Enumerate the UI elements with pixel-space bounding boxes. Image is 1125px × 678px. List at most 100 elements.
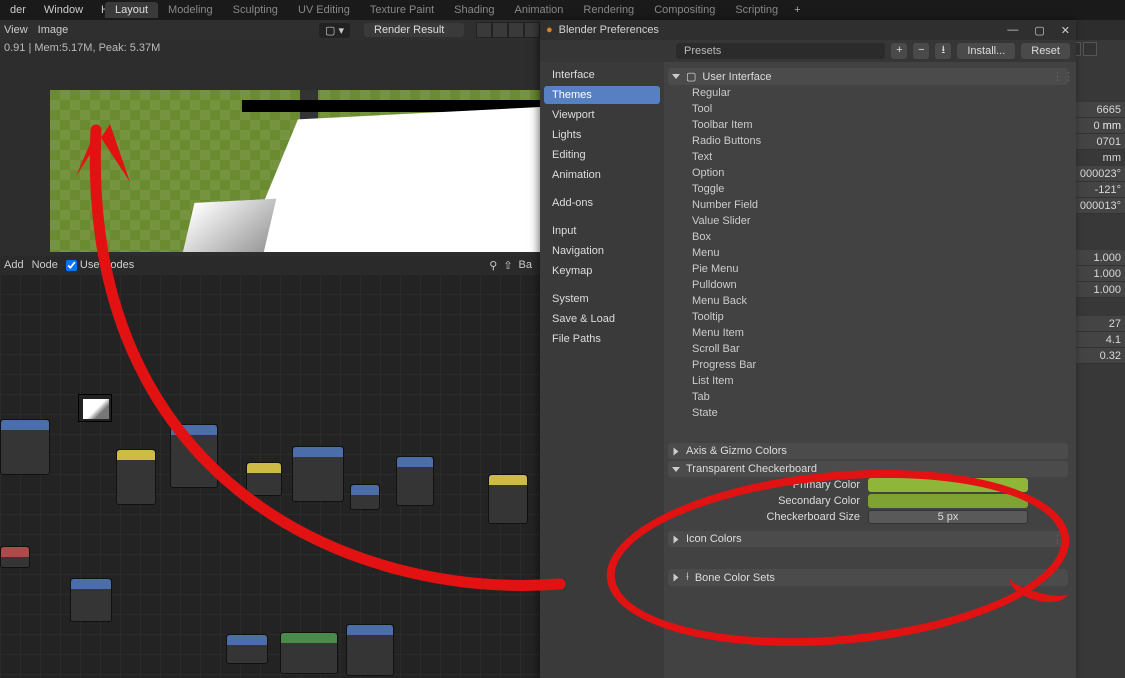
menu-add[interactable]: Add xyxy=(4,259,24,271)
theme-item-row[interactable]: Tool xyxy=(668,101,1068,117)
compositor-node[interactable] xyxy=(350,484,380,510)
number-field[interactable]: 1.000 xyxy=(1076,266,1125,282)
tab-rendering[interactable]: Rendering xyxy=(573,2,644,18)
compositor-node[interactable] xyxy=(70,578,112,622)
menu-blender[interactable]: der xyxy=(4,2,32,18)
sidebar-item-animation[interactable]: Animation xyxy=(544,166,660,184)
compositor-node[interactable] xyxy=(292,446,344,502)
number-field[interactable]: 0701 mm xyxy=(1076,134,1125,150)
use-nodes-checkbox[interactable]: Use Nodes xyxy=(66,259,134,271)
theme-item-row[interactable]: Box xyxy=(668,229,1068,245)
menu-view[interactable]: View xyxy=(4,24,28,36)
menu-window[interactable]: Window xyxy=(38,2,89,18)
number-field[interactable]: 1.000 xyxy=(1076,250,1125,266)
unlink-icon[interactable] xyxy=(524,22,540,38)
close-icon[interactable]: ✕ xyxy=(1061,24,1070,37)
grip-icon[interactable]: ⋮⋮ xyxy=(1052,533,1074,546)
theme-item-row[interactable]: Text xyxy=(668,149,1068,165)
color-swatch-secondary[interactable] xyxy=(868,494,1028,508)
new-icon[interactable] xyxy=(492,22,508,38)
section-bone-color-sets[interactable]: ⟊ Bone Color Sets xyxy=(668,569,1068,586)
menu-image[interactable]: Image xyxy=(38,24,69,36)
compositor-node[interactable] xyxy=(226,634,268,664)
section-axis-gizmo[interactable]: Axis & Gizmo Colors xyxy=(668,443,1068,459)
theme-item-row[interactable]: Tab xyxy=(668,389,1068,405)
theme-item-row[interactable]: Pulldown xyxy=(668,277,1068,293)
theme-item-row[interactable]: Menu Back xyxy=(668,293,1068,309)
compositor-node[interactable] xyxy=(246,462,282,496)
sidebar-item-viewport[interactable]: Viewport xyxy=(544,106,660,124)
sidebar-item-lights[interactable]: Lights xyxy=(544,126,660,144)
render-preview[interactable] xyxy=(50,90,540,252)
section-icon-colors[interactable]: Icon Colors ⋮⋮ xyxy=(668,531,1068,547)
sidebar-item-editing[interactable]: Editing xyxy=(544,146,660,164)
compositor-node[interactable] xyxy=(346,624,394,676)
sidebar-item-system[interactable]: System xyxy=(544,290,660,308)
compositor-node[interactable] xyxy=(116,449,156,505)
theme-item-row[interactable]: Number Field xyxy=(668,197,1068,213)
compositor-node[interactable] xyxy=(0,546,30,568)
node-thumbnail[interactable] xyxy=(78,394,112,422)
render-result-dropdown[interactable]: Render Result xyxy=(364,23,464,37)
number-field[interactable]: 4.1 xyxy=(1076,332,1125,348)
import-icon[interactable]: ⭳ xyxy=(935,43,951,59)
menu-node[interactable]: Node xyxy=(32,259,58,271)
open-icon[interactable] xyxy=(508,22,524,38)
number-field[interactable]: 000013° xyxy=(1076,198,1125,214)
theme-item-row[interactable]: Tooltip xyxy=(668,309,1068,325)
parent-icon[interactable]: ⇧ xyxy=(503,259,512,272)
tab-uv-editing[interactable]: UV Editing xyxy=(288,2,360,18)
tab-layout[interactable]: Layout xyxy=(105,2,158,18)
tab-scripting[interactable]: Scripting xyxy=(725,2,788,18)
theme-item-row[interactable]: Value Slider xyxy=(668,213,1068,229)
add-workspace-icon[interactable]: + xyxy=(788,2,806,18)
tab-modeling[interactable]: Modeling xyxy=(158,2,223,18)
theme-item-row[interactable]: Progress Bar xyxy=(668,357,1068,373)
sidebar-item-themes[interactable]: Themes xyxy=(544,86,660,104)
theme-item-row[interactable]: Radio Buttons xyxy=(668,133,1068,149)
maximize-icon[interactable]: ▢ xyxy=(1034,24,1044,37)
number-field[interactable]: 6665 mm xyxy=(1076,102,1125,118)
section-transparent-checkerboard[interactable]: Transparent Checkerboard xyxy=(668,461,1068,477)
number-field[interactable]: -121° xyxy=(1076,182,1125,198)
globe-icon[interactable] xyxy=(1083,42,1097,56)
tab-compositing[interactable]: Compositing xyxy=(644,2,725,18)
compositor-node[interactable] xyxy=(280,632,338,674)
sidebar-item-save-load[interactable]: Save & Load xyxy=(544,310,660,328)
number-field[interactable]: 0 mm xyxy=(1076,118,1125,134)
preset-remove-icon[interactable]: − xyxy=(913,43,929,59)
backdrop-label[interactable]: Ba xyxy=(519,259,532,272)
minimize-icon[interactable]: — xyxy=(1007,24,1018,37)
reset-button[interactable]: Reset xyxy=(1021,43,1070,59)
theme-item-row[interactable]: List Item xyxy=(668,373,1068,389)
install-button[interactable]: Install... xyxy=(957,43,1015,59)
sidebar-item-input[interactable]: Input xyxy=(544,222,660,240)
tab-animation[interactable]: Animation xyxy=(505,2,574,18)
pin-icon[interactable] xyxy=(476,22,492,38)
theme-item-row[interactable]: Toolbar Item xyxy=(668,117,1068,133)
compositor-node[interactable] xyxy=(170,424,218,488)
number-field[interactable]: 27 xyxy=(1076,316,1125,332)
presets-dropdown[interactable]: Presets xyxy=(676,43,885,59)
theme-item-row[interactable]: Regular xyxy=(668,85,1068,101)
pin-icon[interactable]: ⚲ xyxy=(489,259,497,272)
compositor-node[interactable] xyxy=(0,419,50,475)
compositor-node[interactable] xyxy=(396,456,434,506)
compositor-node[interactable] xyxy=(488,474,528,524)
theme-item-row[interactable]: State xyxy=(668,405,1068,421)
sidebar-item-navigation[interactable]: Navigation xyxy=(544,242,660,260)
number-field[interactable]: 1.000 xyxy=(1076,282,1125,298)
window-titlebar[interactable]: ● Blender Preferences — ▢ ✕ xyxy=(540,20,1076,40)
theme-item-row[interactable]: Option xyxy=(668,165,1068,181)
grip-icon[interactable]: ⋮⋮ xyxy=(1052,70,1074,83)
sidebar-item-file-paths[interactable]: File Paths xyxy=(544,330,660,348)
section-user-interface[interactable]: ▢ User Interface ⋮⋮ xyxy=(668,68,1068,85)
sidebar-item-addons[interactable]: Add-ons xyxy=(544,194,660,212)
preferences-main[interactable]: ▢ User Interface ⋮⋮ RegularToolToolbar I… xyxy=(664,62,1076,678)
color-swatch-primary[interactable] xyxy=(868,478,1028,492)
theme-item-row[interactable]: Scroll Bar xyxy=(668,341,1068,357)
theme-item-row[interactable]: Menu xyxy=(668,245,1068,261)
theme-item-row[interactable]: Pie Menu xyxy=(668,261,1068,277)
number-field[interactable]: 000023° xyxy=(1076,166,1125,182)
number-field[interactable]: 0.32 xyxy=(1076,348,1125,364)
